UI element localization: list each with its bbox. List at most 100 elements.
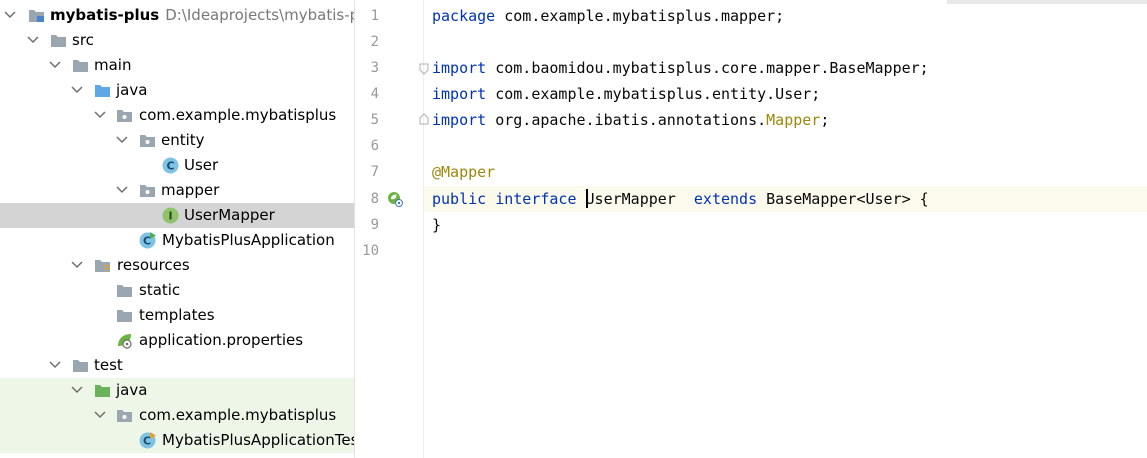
tree-item-usermapper[interactable]: I UserMapper (0, 203, 354, 228)
tree-item-main[interactable]: main (0, 53, 354, 78)
tree-item-resources[interactable]: resources (0, 253, 354, 278)
tree-item-project-root[interactable]: mybatis-plus D:\Ideaprojects\mybatis-plu (0, 3, 354, 28)
svg-text:C: C (143, 235, 151, 248)
code-line: public interface UserMapper extends Base… (355, 186, 1147, 212)
code-token: org.apache.ibatis.annotations. (486, 111, 767, 129)
tree-item-application-class[interactable]: C MybatisPlusApplication (0, 228, 354, 253)
keyword: import (432, 59, 487, 77)
keyword: import (432, 111, 487, 129)
code-text: import com.example.mybatisplus.entity.Us… (432, 81, 820, 107)
code-token: ; (820, 111, 830, 129)
tree-label: test (94, 356, 123, 374)
tree-item-src[interactable]: src (0, 28, 354, 53)
line-number: 2 (370, 34, 379, 50)
code-token: com.baomidou.mybatisplus.core.mapper.Bas… (486, 59, 929, 77)
tree-label: application.properties (139, 331, 304, 349)
tree-label: MybatisPlusApplicationTes (162, 431, 355, 449)
tree-item-static[interactable]: static (0, 278, 354, 303)
code-token: com.example.mybatisplus.entity.User; (486, 85, 821, 103)
code-text: package com.example.mybatisplus.mapper; (432, 3, 784, 29)
tree-label: com.example.mybatisplus (139, 406, 337, 424)
line-number: 10 (362, 243, 379, 259)
tree-label: static (139, 281, 181, 299)
tree-label: resources (117, 256, 190, 274)
project-tool-window: mybatis-plus D:\Ideaprojects\mybatis-plu … (0, 0, 355, 458)
code-text: import org.apache.ibatis.annotations.Map… (432, 107, 829, 133)
project-name: mybatis-plus (50, 6, 160, 24)
code-editor[interactable]: 1 2 3 4 5 6 7 8 9 10 package com.example… (355, 0, 1147, 458)
tree-item-entity[interactable]: entity (0, 128, 354, 153)
resources-folder-icon (94, 257, 111, 274)
chevron-down-icon[interactable] (116, 178, 128, 203)
keyword: extends (693, 190, 758, 208)
spring-properties-icon (116, 332, 133, 349)
code-line: } (355, 212, 1147, 238)
chevron-down-icon[interactable] (71, 78, 83, 103)
tree-label: entity (161, 131, 205, 149)
tree-item-java[interactable]: java (0, 78, 354, 103)
chevron-down-icon[interactable] (116, 128, 128, 153)
tree-label: java (116, 381, 148, 399)
tree-item-user[interactable]: C User (0, 153, 354, 178)
runnable-class-icon: C (139, 232, 156, 249)
package-icon (139, 132, 156, 149)
tree-label: mybatis-plus D:\Ideaprojects\mybatis-plu (50, 3, 355, 28)
tree-item-test-java[interactable]: java (0, 378, 354, 403)
folder-icon (72, 357, 89, 374)
tree-label: User (184, 156, 219, 174)
folder-icon (116, 307, 133, 324)
tree-item-mapper[interactable]: mapper (0, 178, 354, 203)
code-text: public interface UserMapper extends Base… (432, 186, 929, 212)
code-line: import org.apache.ibatis.annotations.Map… (355, 107, 1147, 133)
svg-text:C: C (143, 435, 151, 448)
code-line: import com.baomidou.mybatisplus.core.map… (355, 55, 1147, 81)
code-text: } (432, 216, 442, 234)
folder-icon (116, 282, 133, 299)
tree-label: java (116, 81, 148, 99)
code-line: package com.example.mybatisplus.mapper; (355, 3, 1147, 29)
code-line: @Mapper (355, 159, 1147, 185)
test-class-icon: C (139, 432, 156, 449)
chevron-down-icon[interactable] (27, 28, 39, 53)
tree-label: mapper (161, 181, 220, 199)
tree-item-templates[interactable]: templates (0, 303, 354, 328)
line-number: 6 (370, 138, 379, 154)
tree-label: com.example.mybatisplus (139, 106, 337, 124)
tree-label: templates (139, 306, 215, 324)
keyword: package (432, 7, 496, 25)
svg-text:C: C (166, 160, 174, 173)
chevron-down-icon[interactable] (94, 403, 106, 428)
code-token: com.example.mybatisplus.mapper; (495, 7, 785, 25)
package-icon (116, 107, 133, 124)
folder-icon (72, 57, 89, 74)
chevron-down-icon[interactable] (71, 253, 83, 278)
project-path: D:\Ideaprojects\mybatis-plu (165, 6, 355, 24)
tree-item-application-properties[interactable]: application.properties (0, 328, 354, 353)
test-root-folder-icon (94, 382, 111, 399)
svg-text:I: I (168, 210, 172, 223)
tree-label: UserMapper (184, 206, 275, 224)
tree-label: MybatisPlusApplication (162, 231, 335, 249)
class-icon: C (162, 157, 179, 174)
chevron-down-icon[interactable] (94, 103, 106, 128)
tree-item-test[interactable]: test (0, 353, 354, 378)
folder-icon (50, 32, 67, 49)
chevron-down-icon[interactable] (4, 3, 16, 28)
code-line: import com.example.mybatisplus.entity.Us… (355, 81, 1147, 107)
keyword: interface (495, 190, 577, 208)
keyword: public (432, 190, 487, 208)
chevron-down-icon[interactable] (49, 353, 61, 378)
tree-item-package[interactable]: com.example.mybatisplus (0, 103, 354, 128)
annotation-token: Mapper (766, 111, 821, 129)
chevron-down-icon[interactable] (71, 378, 83, 403)
tree-item-test-class[interactable]: C MybatisPlusApplicationTes (0, 428, 354, 453)
chevron-down-icon[interactable] (49, 53, 61, 78)
module-folder-icon (28, 7, 45, 24)
tree-item-test-package[interactable]: com.example.mybatisplus (0, 403, 354, 428)
code-text: import com.baomidou.mybatisplus.core.map… (432, 55, 929, 81)
keyword: import (432, 85, 487, 103)
package-icon (139, 182, 156, 199)
package-icon (116, 407, 133, 424)
source-root-folder-icon (94, 82, 111, 99)
tree-label: main (94, 56, 132, 74)
